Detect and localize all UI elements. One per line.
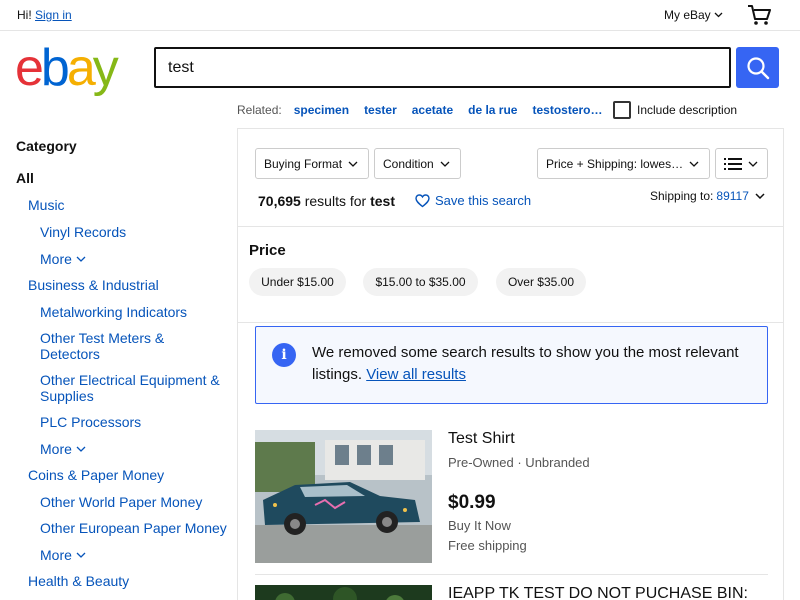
divider bbox=[238, 322, 783, 323]
related-term[interactable]: acetate bbox=[412, 103, 453, 117]
divider bbox=[255, 574, 768, 575]
sort-label: Price + Shipping: lowes… bbox=[546, 156, 684, 171]
logo-letter-a: a bbox=[66, 39, 96, 97]
related-label: Related: bbox=[237, 103, 282, 117]
sidebar-item-music[interactable]: Music bbox=[28, 197, 65, 213]
sidebar-item-electrical-equipment[interactable]: Other Electrical Equipment & bbox=[40, 372, 220, 388]
greeting: Hi! Sign in bbox=[17, 8, 72, 22]
sidebar-item-business-industrial[interactable]: Business & Industrial bbox=[28, 277, 159, 293]
info-icon: i bbox=[272, 343, 296, 367]
view-all-results-link[interactable]: View all results bbox=[366, 366, 466, 383]
logo-letter-y: y bbox=[92, 39, 119, 97]
buying-format-filter[interactable]: Buying Format bbox=[255, 148, 369, 179]
include-description-toggle[interactable]: Include description bbox=[613, 101, 737, 119]
shipping-to-selector[interactable]: Shipping to: 89117 bbox=[650, 189, 765, 203]
cart-icon[interactable] bbox=[746, 4, 772, 26]
view-toggle[interactable] bbox=[715, 148, 768, 179]
foliage-photo-image bbox=[255, 585, 432, 600]
chevron-down-icon bbox=[76, 446, 86, 452]
sidebar-item-vinyl-records[interactable]: Vinyl Records bbox=[40, 224, 126, 240]
list-item[interactable]: IEAPP TK TEST DO NOT PUCHASE BIN: bbox=[255, 585, 768, 600]
sidebar-item-metalworking-indicators[interactable]: Metalworking Indicators bbox=[40, 304, 187, 320]
chevron-down-icon bbox=[348, 161, 358, 167]
price-under-15[interactable]: Under $15.00 bbox=[249, 268, 346, 296]
results-panel: Buying Format Condition Price + Shipping… bbox=[237, 128, 784, 600]
item-subtitle: Pre-Owned · Unbranded bbox=[448, 455, 590, 470]
sign-in-link[interactable]: Sign in bbox=[35, 8, 72, 22]
related-searches: Related: specimen tester acetate de la r… bbox=[237, 103, 618, 117]
sidebar-item-health-beauty[interactable]: Health & Beauty bbox=[28, 573, 129, 589]
sidebar-item-plc-processors[interactable]: PLC Processors bbox=[40, 414, 141, 430]
greeting-text: Hi! bbox=[17, 8, 32, 22]
sidebar-more-business[interactable]: More bbox=[40, 441, 86, 457]
results-notice: i We removed some search results to show… bbox=[255, 326, 768, 404]
item-format: Buy It Now bbox=[448, 518, 511, 533]
sidebar-more-label: More bbox=[40, 441, 72, 457]
shipping-to-label: Shipping to: bbox=[650, 189, 714, 203]
chevron-down-icon bbox=[755, 193, 765, 199]
sidebar-item-world-paper-money[interactable]: Other World Paper Money bbox=[40, 494, 202, 510]
buying-format-label: Buying Format bbox=[264, 156, 343, 171]
related-term[interactable]: tester bbox=[364, 103, 397, 117]
top-bar: Hi! Sign in My eBay bbox=[0, 0, 800, 31]
sidebar-item-all[interactable]: All bbox=[16, 170, 34, 186]
list-item[interactable]: Test Shirt Pre-Owned · Unbranded $0.99 B… bbox=[255, 430, 768, 570]
price-filter-title: Price bbox=[249, 242, 286, 259]
search-input[interactable]: test bbox=[154, 47, 731, 88]
chevron-down-icon bbox=[748, 161, 758, 167]
sidebar-item-test-meters-cont[interactable]: Detectors bbox=[40, 346, 100, 362]
logo-letter-e: e bbox=[15, 39, 44, 97]
results-number: 70,695 bbox=[258, 193, 301, 209]
item-title[interactable]: IEAPP TK TEST DO NOT PUCHASE BIN: bbox=[448, 585, 748, 600]
chevron-down-icon bbox=[76, 552, 86, 558]
sidebar-more-coins[interactable]: More bbox=[40, 547, 86, 563]
shipping-zip: 89117 bbox=[716, 189, 749, 203]
include-description-label: Include description bbox=[637, 103, 738, 117]
sidebar-more-label: More bbox=[40, 251, 72, 267]
car-photo-image bbox=[255, 430, 432, 563]
item-image[interactable] bbox=[255, 430, 432, 563]
include-description-checkbox[interactable] bbox=[613, 101, 631, 119]
sidebar-item-electrical-equipment-cont[interactable]: Supplies bbox=[40, 388, 94, 404]
chevron-down-icon bbox=[76, 256, 86, 262]
sort-dropdown[interactable]: Price + Shipping: lowes… bbox=[537, 148, 710, 179]
item-shipping: Free shipping bbox=[448, 538, 527, 553]
ebay-logo[interactable]: ebay bbox=[15, 38, 119, 98]
heart-icon bbox=[415, 193, 430, 207]
sidebar-more-label: More bbox=[40, 547, 72, 563]
divider bbox=[238, 226, 783, 227]
condition-filter[interactable]: Condition bbox=[374, 148, 461, 179]
chevron-down-icon bbox=[689, 161, 699, 167]
search-icon bbox=[746, 56, 769, 79]
logo-letter-b: b bbox=[40, 39, 70, 97]
item-title[interactable]: Test Shirt bbox=[448, 430, 515, 448]
item-price: $0.99 bbox=[448, 492, 496, 513]
sidebar-item-european-paper-money[interactable]: Other European Paper Money bbox=[40, 520, 227, 536]
save-search-label: Save this search bbox=[435, 193, 532, 208]
sidebar-item-coins-paper-money[interactable]: Coins & Paper Money bbox=[28, 467, 164, 483]
results-query: test bbox=[370, 193, 395, 209]
my-ebay-menu[interactable]: My eBay bbox=[664, 8, 723, 22]
price-15-to-35[interactable]: $15.00 to $35.00 bbox=[363, 268, 478, 296]
chevron-down-icon bbox=[440, 161, 450, 167]
related-term[interactable]: specimen bbox=[294, 103, 349, 117]
related-term[interactable]: testostero… bbox=[532, 103, 602, 117]
sidebar-more-music[interactable]: More bbox=[40, 251, 86, 267]
results-count: 70,695 results for test bbox=[258, 193, 395, 209]
notice-text: We removed some search results to show y… bbox=[312, 342, 752, 386]
category-title: Category bbox=[16, 138, 77, 154]
condition-label: Condition bbox=[383, 156, 434, 171]
search-input-value: test bbox=[168, 59, 194, 76]
price-over-35[interactable]: Over $35.00 bbox=[496, 268, 586, 296]
item-image[interactable] bbox=[255, 585, 432, 600]
results-for-text: results for bbox=[304, 193, 367, 209]
sidebar-item-test-meters[interactable]: Other Test Meters & bbox=[40, 330, 164, 346]
my-ebay-label: My eBay bbox=[664, 8, 711, 22]
search-button[interactable] bbox=[736, 47, 779, 88]
chevron-down-icon bbox=[714, 12, 723, 18]
list-view-icon bbox=[724, 157, 742, 170]
save-search-button[interactable]: Save this search bbox=[415, 193, 531, 208]
related-term[interactable]: de la rue bbox=[468, 103, 517, 117]
